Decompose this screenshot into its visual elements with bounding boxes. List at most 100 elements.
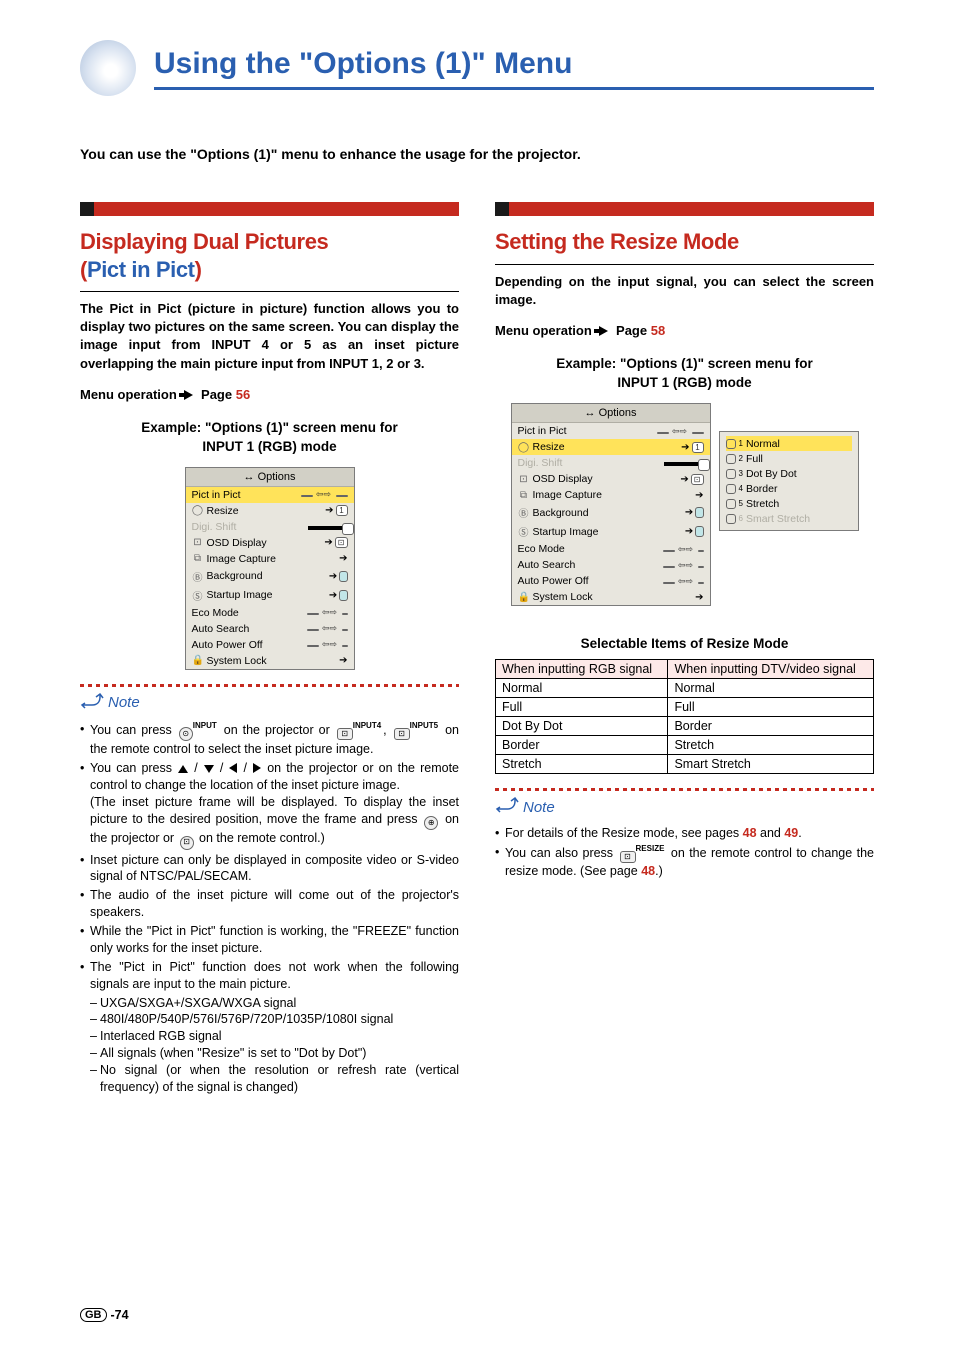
note-separator [495, 788, 874, 791]
submenu-item: 1Normal [726, 436, 852, 451]
note-item: You can press / / / on the projector or … [80, 760, 459, 849]
note-heading: Note [80, 691, 459, 715]
resize-button-icon: ⊡ [620, 851, 636, 863]
note-item: You can also press ⊡RESIZE on the remote… [495, 844, 874, 880]
note-subitem: 480I/480P/540P/576I/576P/720P/1035P/1080… [90, 1011, 459, 1028]
note-heading: Note [495, 795, 874, 819]
note-list-left: You can press ⊙INPUT on the projector or… [80, 721, 459, 1096]
note-subitem: UXGA/SXGA+/SXGA/WXGA signal [90, 995, 459, 1012]
menu-row-startup-image: ⓈStartup Image➔ [512, 522, 710, 541]
menu-row-osd-display: ⊡OSD Display➔⊡ [512, 471, 710, 487]
menu-row-pict-in-pict: Pict in Pict ⇦⇨ [186, 487, 354, 503]
menu-row-auto-power-off: Auto Power Off ⇦⇨ [512, 573, 710, 589]
menu-row-eco-mode: Eco Mode ⇦⇨ [186, 605, 354, 621]
menu-row-pict-in-pict: Pict in Pict ⇦⇨ [512, 423, 710, 439]
menu-row-auto-power-off: Auto Power Off ⇦⇨ [186, 637, 354, 653]
menu-row-digi-shift: Digi. Shift [186, 519, 354, 535]
page-header: Using the "Options (1)" Menu [80, 40, 874, 96]
submenu-item: 4Border [726, 481, 852, 496]
input5-icon: ⊡ [394, 728, 410, 740]
note-hand-icon [80, 691, 104, 715]
header-ornament [80, 40, 136, 96]
table-caption: Selectable Items of Resize Mode [495, 636, 874, 651]
menu-row-auto-search: Auto Search ⇦⇨ [512, 557, 710, 573]
up-arrow-icon [178, 765, 188, 773]
submenu-item: 2Full [726, 451, 852, 466]
note-subitem: All signals (when "Resize" is set to "Do… [90, 1045, 459, 1062]
input4-icon: ⊡ [337, 728, 353, 740]
page-number: -74 [111, 1308, 129, 1322]
table-header: When inputting DTV/video signal [668, 660, 874, 679]
enter-icon-remote: ⊡ [180, 836, 194, 850]
table-cell: Smart Stretch [668, 755, 874, 774]
page-title: Using the "Options (1)" Menu [154, 47, 874, 90]
menu-panel-header: ↔ Options [512, 404, 710, 423]
section-divider [495, 264, 874, 265]
table-cell: Full [668, 698, 874, 717]
options-menu-panel-left: ↔ Options Pict in Pict ⇦⇨ ◯Resize➔1 Digi… [185, 467, 355, 670]
note-item: The audio of the inset picture will come… [80, 887, 459, 921]
menu-row-background: ⒷBackground➔ [512, 503, 710, 522]
table-header: When inputting RGB signal [496, 660, 668, 679]
menu-panel-header: ↔ Options [186, 468, 354, 487]
menu-row-background: ⒷBackground➔ [186, 567, 354, 586]
note-hand-icon [495, 795, 519, 819]
menu-row-system-lock: 🔒System Lock➔ [512, 589, 710, 605]
note-item: You can press ⊙INPUT on the projector or… [80, 721, 459, 758]
resize-submenu: 1Normal 2Full 3Dot By Dot 4Border 5Stret… [719, 431, 859, 531]
table-cell: Border [668, 717, 874, 736]
section-divider [80, 291, 459, 292]
note-list-right: For details of the Resize mode, see page… [495, 825, 874, 880]
note-item: Inset picture can only be displayed in c… [80, 852, 459, 886]
section-bar [80, 202, 459, 216]
submenu-item: 5Stretch [726, 496, 852, 511]
note-subitem: Interlaced RGB signal [90, 1028, 459, 1045]
table-cell: Full [496, 698, 668, 717]
menu-row-image-capture: ⧉Image Capture➔ [512, 487, 710, 503]
options-menu-panel-right: ↔ Options Pict in Pict ⇦⇨ ◯Resize➔1 Digi… [511, 403, 711, 606]
right-column: Setting the Resize Mode Depending on the… [495, 202, 874, 1098]
submenu-item: 6Smart Stretch [726, 511, 852, 526]
note-separator [80, 684, 459, 687]
arrow-right-icon [184, 390, 193, 400]
arrow-right-icon [599, 326, 608, 336]
note-item: For details of the Resize mode, see page… [495, 825, 874, 842]
menu-row-resize: ◯Resize➔1 [186, 503, 354, 519]
region-badge: GB [80, 1308, 107, 1322]
input-icon: ⊙ [179, 727, 193, 741]
submenu-item: 3Dot By Dot [726, 466, 852, 481]
section-title-right: Setting the Resize Mode [495, 228, 874, 256]
menu-row-osd-display: ⊡OSD Display➔⊡ [186, 535, 354, 551]
intro-text: You can use the "Options (1)" menu to en… [80, 146, 874, 162]
right-paragraph: Depending on the input signal, you can s… [495, 273, 874, 309]
left-arrow-icon [229, 763, 237, 773]
resize-mode-table: When inputting RGB signalWhen inputting … [495, 659, 874, 774]
down-arrow-icon [204, 765, 214, 773]
menu-row-startup-image: ⓈStartup Image➔ [186, 586, 354, 605]
menu-row-system-lock: 🔒System Lock➔ [186, 653, 354, 669]
section-bar [495, 202, 874, 216]
section-title-left: Displaying Dual Pictures (Pict in Pict) [80, 228, 459, 283]
left-column: Displaying Dual Pictures (Pict in Pict) … [80, 202, 459, 1098]
table-cell: Normal [668, 679, 874, 698]
menu-row-eco-mode: Eco Mode ⇦⇨ [512, 541, 710, 557]
table-cell: Border [496, 736, 668, 755]
menu-operation-right: Menu operation Page 58 [495, 323, 874, 338]
menu-row-auto-search: Auto Search ⇦⇨ [186, 621, 354, 637]
menu-row-image-capture: ⧉Image Capture➔ [186, 551, 354, 567]
page-footer: GB -74 [80, 1308, 129, 1322]
left-paragraph: The Pict in Pict (picture in picture) fu… [80, 300, 459, 373]
example-title-left: Example: "Options (1)" screen menu forIN… [80, 418, 459, 457]
table-cell: Stretch [496, 755, 668, 774]
right-arrow-icon [253, 763, 261, 773]
menu-operation-left: Menu operation Page 56 [80, 387, 459, 402]
note-item: The "Pict in Pict" function does not wor… [80, 959, 459, 1096]
enter-icon: ⊕ [424, 816, 438, 830]
menu-row-resize: ◯Resize➔1 [512, 439, 710, 455]
table-cell: Normal [496, 679, 668, 698]
note-subitem: No signal (or when the resolution or ref… [90, 1062, 459, 1096]
table-cell: Dot By Dot [496, 717, 668, 736]
note-item: While the "Pict in Pict" function is wor… [80, 923, 459, 957]
table-cell: Stretch [668, 736, 874, 755]
menu-row-digi-shift: Digi. Shift [512, 455, 710, 471]
